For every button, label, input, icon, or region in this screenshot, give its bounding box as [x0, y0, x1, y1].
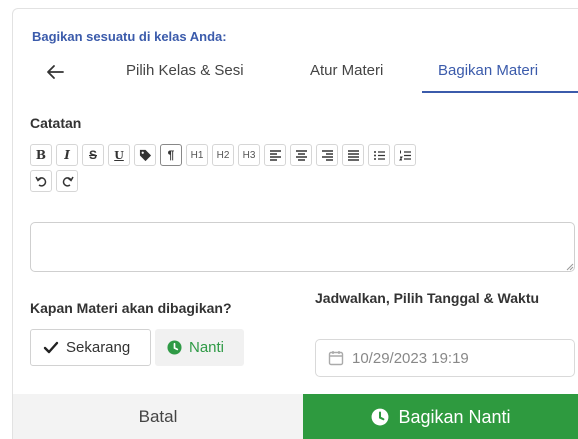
clock-icon [167, 340, 182, 355]
dialog-title: Bagikan sesuatu di kelas Anda: [32, 29, 227, 44]
underline-button[interactable]: U [108, 144, 130, 166]
align-justify-button[interactable] [342, 144, 364, 166]
align-center-button[interactable] [290, 144, 312, 166]
strikethrough-button[interactable]: S [82, 144, 104, 166]
share-later-option[interactable]: Nanti [155, 329, 244, 366]
calendar-icon [328, 351, 344, 366]
schedule-datetime-input[interactable]: 10/29/2023 19:19 [315, 339, 575, 377]
tag-button[interactable] [134, 144, 156, 166]
active-tab-indicator [422, 91, 578, 93]
back-arrow-icon[interactable] [44, 61, 66, 83]
notes-label: Catatan [30, 115, 82, 131]
italic-button[interactable]: I [56, 144, 78, 166]
cancel-button[interactable]: Batal [13, 394, 303, 439]
share-now-option[interactable]: Sekarang [30, 329, 151, 366]
align-right-icon [321, 149, 333, 161]
align-justify-icon [347, 149, 359, 161]
tab-atur-materi[interactable]: Atur Materi [310, 62, 383, 79]
redo-button[interactable] [56, 170, 78, 192]
align-left-icon [269, 149, 281, 161]
bullet-list-icon [373, 150, 385, 160]
paragraph-button[interactable]: ¶ [160, 144, 182, 166]
undo-icon [34, 176, 46, 187]
heading3-button[interactable]: H3 [238, 144, 260, 166]
notes-editor[interactable] [30, 222, 575, 272]
check-icon [43, 341, 59, 353]
heading2-button[interactable]: H2 [212, 144, 234, 166]
schedule-label: Jadwalkan, Pilih Tanggal & Waktu [315, 290, 540, 306]
dialog-footer: Batal Bagikan Nanti [13, 394, 578, 439]
share-dialog: Bagikan sesuatu di kelas Anda: Pilih Kel… [12, 8, 578, 439]
share-later-button-label: Bagikan Nanti [398, 406, 511, 427]
resize-grip-icon[interactable] [566, 263, 574, 271]
undo-button[interactable] [30, 170, 52, 192]
share-later-button[interactable]: Bagikan Nanti [303, 394, 578, 439]
clock-icon [372, 408, 389, 426]
share-now-label: Sekarang [66, 339, 131, 356]
dialog-body: Catatan B I S U ¶ H1 H2 H3 Kapan Materi … [13, 95, 578, 390]
align-left-button[interactable] [264, 144, 286, 166]
bullet-list-button[interactable] [368, 144, 390, 166]
schedule-datetime-value: 10/29/2023 19:19 [352, 349, 469, 367]
align-right-button[interactable] [316, 144, 338, 166]
heading1-button[interactable]: H1 [186, 144, 208, 166]
share-later-label: Nanti [189, 339, 225, 356]
tab-pilih-kelas[interactable]: Pilih Kelas & Sesi [126, 62, 244, 79]
align-center-icon [295, 149, 307, 161]
numbered-list-icon [398, 150, 411, 160]
bold-button[interactable]: B [30, 144, 52, 166]
tag-icon [139, 149, 151, 161]
dialog-header: Bagikan sesuatu di kelas Anda: Pilih Kel… [13, 9, 578, 95]
redo-icon [62, 176, 74, 187]
tab-bagikan-materi[interactable]: Bagikan Materi [438, 62, 538, 79]
numbered-list-button[interactable] [394, 144, 416, 166]
share-time-label: Kapan Materi akan dibagikan? [30, 300, 232, 316]
